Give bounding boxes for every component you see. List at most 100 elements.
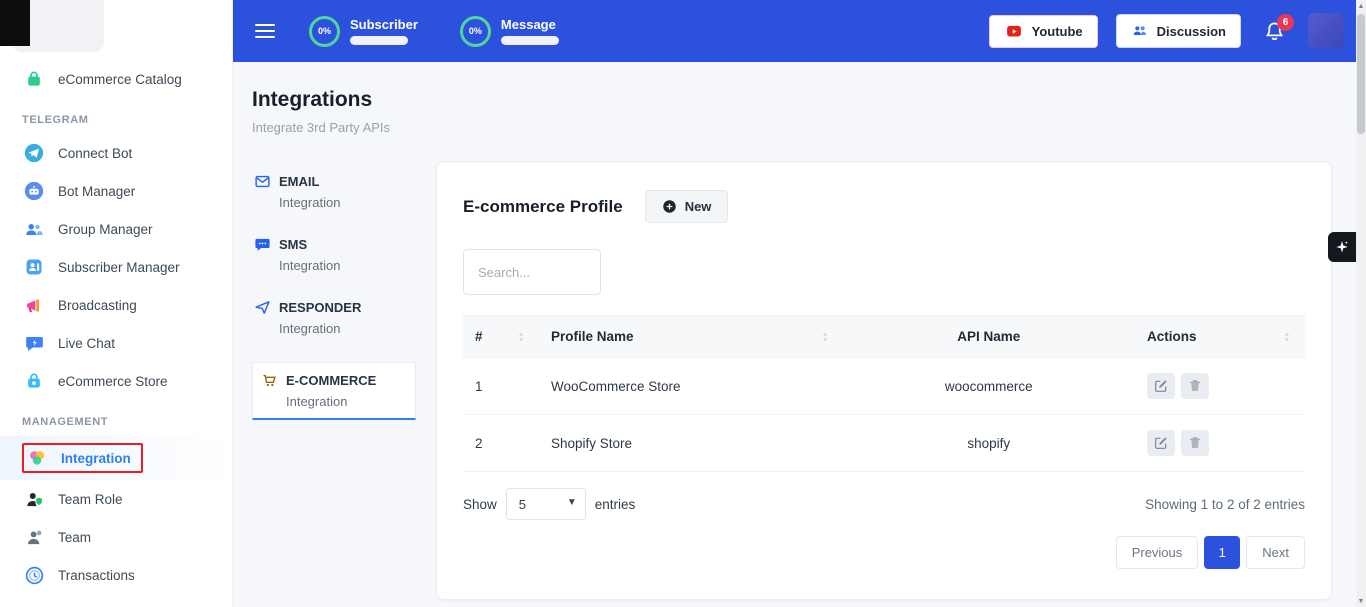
store-bag-icon [22, 369, 46, 393]
subnav-item-sms[interactable]: SMS Integration [252, 236, 416, 281]
notifications-bell[interactable]: 6 [1263, 20, 1286, 43]
delete-button[interactable] [1181, 373, 1209, 399]
floating-assistant-button[interactable] [1328, 232, 1356, 262]
sms-icon [254, 236, 271, 253]
column-header-actions[interactable]: Actions [1135, 316, 1305, 357]
subnav-item-ecommerce[interactable]: E-COMMERCE Integration [252, 362, 416, 420]
cart-icon [261, 372, 278, 389]
subnav-title: EMAIL [279, 174, 319, 189]
edit-button[interactable] [1147, 430, 1175, 456]
sidebar-item-label: Broadcasting [58, 298, 137, 313]
subscriber-progress-circle: 0% [309, 16, 340, 47]
sparkle-icon [1334, 239, 1350, 255]
message-progress-circle: 0% [460, 16, 491, 47]
integration-circles-icon [25, 446, 49, 470]
sidebar-section-telegram: TELEGRAM [22, 114, 232, 126]
discussion-button[interactable]: Discussion [1116, 14, 1241, 48]
paper-plane-icon [254, 299, 271, 316]
sidebar-item-group-manager[interactable]: Group Manager [0, 210, 232, 248]
cell-profile-name: Shopify Store [539, 421, 843, 466]
message-progress: 0% Message [460, 16, 559, 47]
cell-api-name: woocommerce [843, 364, 1135, 409]
new-profile-button[interactable]: New [645, 190, 729, 223]
hamburger-menu-icon[interactable] [255, 24, 275, 38]
subnav-title: SMS [279, 237, 307, 252]
subnav-subtitle: Integration [286, 394, 407, 409]
trash-icon [1187, 435, 1203, 451]
sidebar-item-label: Group Manager [58, 222, 153, 237]
sidebar-item-label: Integration [61, 451, 131, 466]
subscriber-icon [22, 255, 46, 279]
sidebar-item-transactions[interactable]: Transactions [0, 556, 232, 594]
page-size-group: Show 5 ▼ entries [463, 488, 635, 520]
sidebar-item-live-chat[interactable]: Live Chat [0, 324, 232, 362]
page-size-select[interactable]: 5 [506, 488, 586, 520]
scrollbar-thumb[interactable] [1357, 14, 1365, 134]
search-input[interactable] [463, 249, 601, 295]
sidebar-section-management: MANAGEMENT [22, 416, 232, 428]
page-content: Integrations Integrate 3rd Party APIs EM… [233, 62, 1366, 607]
subnav-subtitle: Integration [279, 258, 414, 273]
sidebar-item-team-role[interactable]: Team Role [0, 480, 232, 518]
column-header-api-name[interactable]: API Name [843, 316, 1135, 357]
sort-icon [819, 331, 831, 343]
sidebar-item-label: Team [58, 530, 91, 545]
subnav-item-email[interactable]: EMAIL Integration [252, 173, 416, 218]
delete-button[interactable] [1181, 430, 1209, 456]
user-avatar[interactable] [1308, 13, 1344, 49]
youtube-icon [1004, 24, 1024, 39]
subnav-item-responder[interactable]: RESPONDER Integration [252, 299, 416, 344]
topbar-stats: 0% Subscriber 0% Message [309, 16, 559, 47]
sidebar-item-label: Transactions [58, 568, 135, 583]
topbar: 0% Subscriber 0% Message [233, 0, 1366, 62]
previous-page-button[interactable]: Previous [1116, 536, 1199, 569]
entries-label: entries [595, 497, 636, 512]
page-1-button[interactable]: 1 [1204, 536, 1240, 569]
cell-profile-name: WooCommerce Store [539, 364, 843, 409]
megaphone-icon [22, 293, 46, 317]
edit-button[interactable] [1147, 373, 1175, 399]
discussion-button-label: Discussion [1157, 24, 1226, 39]
column-header-label: # [475, 329, 483, 344]
scrollbar[interactable]: ▲ ▼ [1356, 0, 1366, 607]
next-page-button[interactable]: Next [1246, 536, 1305, 569]
team-people-icon [22, 525, 46, 549]
robot-icon [22, 179, 46, 203]
subnav-title: RESPONDER [279, 300, 361, 315]
cell-api-name: shopify [843, 421, 1135, 466]
subnav-subtitle: Integration [279, 195, 414, 210]
ecommerce-profile-card: E-commerce Profile New # [436, 161, 1332, 600]
discussion-people-icon [1131, 23, 1149, 39]
sidebar-item-ecommerce-catalog[interactable]: eCommerce Catalog [0, 60, 232, 98]
cell-num: 2 [463, 421, 539, 466]
cell-actions [1135, 358, 1305, 414]
page-subtitle: Integrate 3rd Party APIs [252, 120, 1332, 135]
table-row: 1 WooCommerce Store woocommerce [463, 358, 1305, 415]
column-header-num[interactable]: # [463, 316, 539, 357]
app-window: eCommerce Catalog TELEGRAM Connect Bot B… [0, 0, 1366, 607]
sidebar-item-label: Bot Manager [58, 184, 135, 199]
sidebar-item-team[interactable]: Team [0, 518, 232, 556]
sidebar-item-bot-manager[interactable]: Bot Manager [0, 172, 232, 210]
sidebar-item-label: Live Chat [58, 336, 115, 351]
message-progress-value: 0% [469, 26, 482, 36]
message-redacted-value [501, 36, 559, 45]
profiles-table: # Profile Name API Name Acti [463, 315, 1305, 472]
scroll-down-arrow[interactable]: ▼ [1356, 595, 1366, 607]
sidebar-item-broadcasting[interactable]: Broadcasting [0, 286, 232, 324]
sidebar-item-connect-bot[interactable]: Connect Bot [0, 134, 232, 172]
scroll-up-arrow[interactable]: ▲ [1356, 0, 1366, 12]
logo-area [0, 0, 232, 60]
plus-icon [662, 199, 677, 214]
page-title: Integrations [252, 88, 1332, 112]
sidebar-item-ecommerce-store[interactable]: eCommerce Store [0, 362, 232, 400]
sidebar: eCommerce Catalog TELEGRAM Connect Bot B… [0, 0, 233, 607]
column-header-profile-name[interactable]: Profile Name [539, 316, 843, 357]
sidebar-item-subscriber-manager[interactable]: Subscriber Manager [0, 248, 232, 286]
sidebar-item-integration[interactable]: Integration [0, 436, 232, 480]
chat-bubble-icon [22, 331, 46, 355]
youtube-button-label: Youtube [1032, 24, 1083, 39]
logo-dark-block [0, 0, 30, 46]
message-progress-label: Message [501, 17, 559, 32]
youtube-button[interactable]: Youtube [989, 15, 1098, 48]
